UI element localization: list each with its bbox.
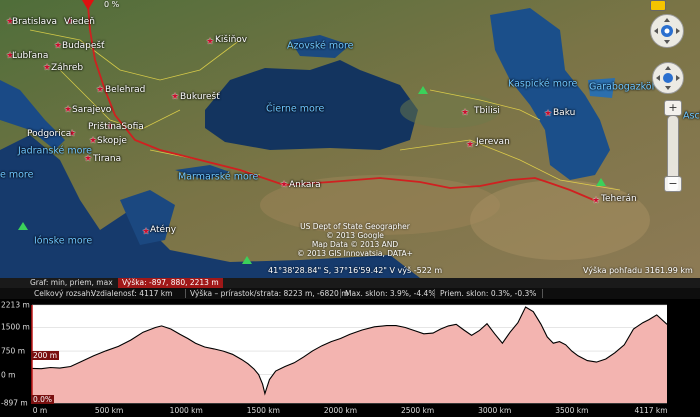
elevation-gain-stat: Výška – prírastok/strata: 8223 m, -6820 …: [190, 289, 349, 298]
cursor-coordinates: 41°38'28.84" S, 37°16'59.42" V výš -522 …: [268, 266, 443, 275]
x-tick-label: 2000 km: [323, 406, 358, 415]
water-label: e more: [0, 169, 34, 181]
x-tick-label: 4117 km: [634, 406, 668, 415]
city-star-icon[interactable]: ★: [54, 42, 62, 51]
range-label: Celkový rozsah:: [34, 289, 94, 298]
water-label: Iónske more: [34, 235, 93, 247]
city-star-icon[interactable]: ★: [461, 109, 469, 118]
y-tick-label: 2213 m: [1, 300, 30, 310]
city-star-icon[interactable]: ★: [592, 197, 600, 206]
max-slope-stat: Max. sklon: 3.9%, -4.4%: [345, 289, 436, 298]
avg-slope-stat: Priem. sklon: 0.3%, -0.3%: [440, 289, 537, 298]
city-star-icon[interactable]: ★: [206, 38, 214, 47]
city-label[interactable]: PrištinaSofia: [88, 122, 144, 132]
city-star-icon[interactable]: ★: [96, 86, 104, 95]
elevation-profile-chart[interactable]: [0, 299, 700, 417]
y-tick-label: 1500 m: [1, 322, 30, 332]
water-label: Garabogazköl: [589, 81, 655, 93]
map-attribution: US Dept of State Geographer © 2013 Googl…: [290, 222, 420, 258]
city-label[interactable]: Bukurešť: [180, 92, 220, 102]
water-label: Marmarské more: [178, 171, 259, 183]
city-label[interactable]: Jerevan: [476, 137, 510, 147]
city-star-icon[interactable]: ★: [43, 64, 51, 73]
attribution-line: Map Data © 2013 AND: [311, 240, 399, 249]
elevation-selected-tag[interactable]: Výška: -897, 880, 2213 m: [118, 278, 223, 288]
street-view-pegman-icon[interactable]: [650, 0, 666, 11]
look-joystick[interactable]: [650, 14, 684, 48]
city-star-icon[interactable]: ★: [64, 106, 72, 115]
elevation-marker-tag: 200 m: [31, 351, 60, 360]
city-star-icon[interactable]: ★: [544, 110, 552, 119]
city-star-icon[interactable]: ★: [280, 181, 288, 190]
city-star-icon[interactable]: ★: [171, 93, 179, 102]
distance-stat: Vzdialenosť: 4117 km: [91, 289, 173, 298]
city-star-icon[interactable]: ★: [142, 228, 150, 237]
city-label[interactable]: Podgorica: [27, 129, 71, 139]
city-label[interactable]: Teherán: [601, 194, 637, 204]
y-tick-label: 0 m: [1, 370, 16, 380]
city-label[interactable]: Ľubľana: [12, 51, 48, 61]
x-tick-label: 1000 km: [169, 406, 203, 415]
city-label[interactable]: Budapešť: [62, 41, 105, 51]
top-percent-label: 0 %: [104, 0, 120, 9]
attribution-line: US Dept of State Geographer: [300, 222, 410, 231]
x-tick-label: 2500 km: [401, 406, 435, 415]
move-joystick[interactable]: [652, 62, 684, 94]
attribution-line: © 2013 GIS Innovatsia, DATA+: [297, 249, 413, 258]
water-label: Jadranské more: [18, 145, 92, 157]
city-star-icon[interactable]: ★: [466, 141, 474, 150]
x-tick-label: 0 m: [32, 406, 48, 415]
city-label[interactable]: Atény: [150, 225, 176, 235]
city-label[interactable]: Belehrad: [105, 85, 145, 95]
attribution-line: © 2013 Google: [326, 231, 384, 240]
eye-altitude: Výška pohľadu 3161.99 km: [583, 266, 693, 275]
water-label: Kaspické more: [508, 78, 578, 90]
graf-label: Graf: min, priem, max: [30, 278, 113, 287]
city-label[interactable]: Záhreb: [51, 63, 83, 73]
water-label: Čierne more: [266, 103, 325, 115]
water-label: Azovské more: [287, 40, 354, 52]
map-view[interactable]: ★ Bratislava ★ Viedeň ★ Budapešť ★ Ľubľana ★ Záhr…: [0, 0, 700, 278]
city-label[interactable]: Sarajevo: [72, 105, 111, 115]
x-tick-label: 500 km: [94, 406, 124, 415]
city-label[interactable]: Skopje: [97, 136, 127, 146]
city-star-icon[interactable]: ★: [89, 137, 97, 146]
x-tick-label: 3000 km: [478, 406, 512, 415]
hand-icon: [656, 66, 680, 90]
city-label[interactable]: Kišiňov: [215, 35, 247, 45]
city-label[interactable]: Ankara: [289, 180, 321, 190]
profile-stats-bar: Celkový rozsah: Vzdialenosť: 4117 km Výš…: [0, 288, 700, 299]
y-tick-label: 750 m: [1, 346, 26, 356]
x-tick-label: 1500 km: [246, 406, 280, 415]
city-label[interactable]: Tirana: [93, 154, 121, 164]
city-label[interactable]: Tbilisi: [474, 106, 500, 116]
x-tick-label: 3500 km: [555, 406, 589, 415]
slope-marker-tag: 0.0%: [31, 395, 55, 404]
zoom-out-button[interactable]: −: [664, 176, 682, 192]
y-tick-label: -897 m: [1, 398, 28, 408]
city-label[interactable]: Bratislava: [12, 17, 57, 27]
water-label: Asch: [683, 110, 700, 122]
city-label[interactable]: Baku: [553, 108, 575, 118]
profile-info-bar: Graf: min, priem, max Výška: -897, 880, …: [0, 278, 700, 288]
zoom-in-button[interactable]: +: [664, 100, 682, 116]
eye-icon: [654, 18, 680, 44]
city-label[interactable]: Viedeň: [64, 17, 95, 27]
elevation-profile[interactable]: 2213 m 1500 m 750 m 0 m -897 m 0 m 500 km 1000…: [0, 299, 700, 417]
